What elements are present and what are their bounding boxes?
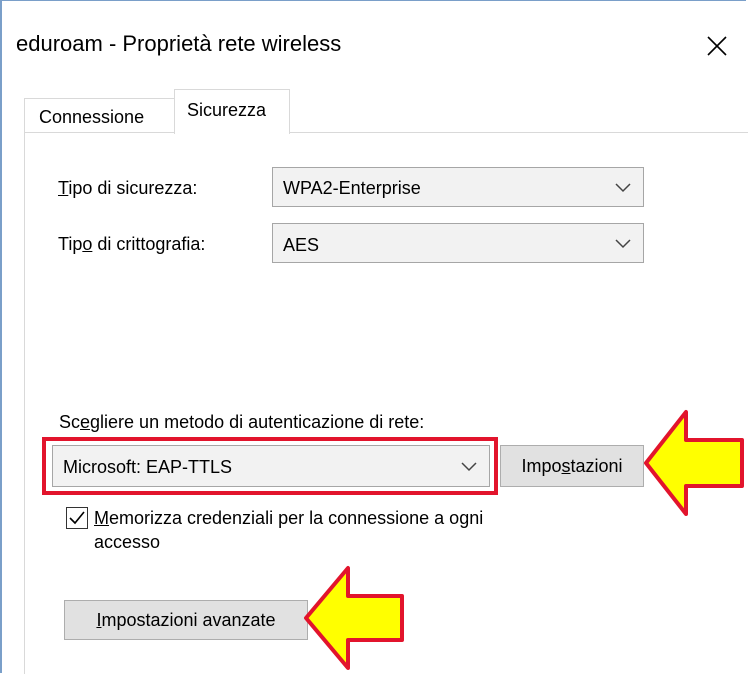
auth-method-select[interactable]: Microsoft: EAP-TTLS	[52, 445, 490, 487]
security-type-label: Tipo di sicurezza:	[58, 177, 197, 199]
chevron-down-icon	[615, 239, 631, 249]
encryption-type-label-pre: Tip	[58, 234, 83, 254]
advanced-settings-button-label: Impostazioni avanzate	[96, 609, 275, 631]
remember-credentials-text: emorizza credenziali per la connessione …	[109, 508, 484, 528]
window-title: eduroam - Proprietà rete wireless	[16, 31, 342, 56]
encryption-type-select[interactable]: AES	[272, 223, 644, 263]
tab-connessione[interactable]: Connessione	[24, 98, 174, 133]
encryption-type-label-text: di crittografia:	[92, 234, 206, 254]
advanced-settings-button[interactable]: Impostazioni avanzate	[64, 600, 308, 640]
tab-strip: Connessione Sicurezza	[24, 89, 747, 134]
remember-credentials-checkbox[interactable]	[66, 507, 88, 529]
auth-method-label: Scegliere un metodo di autenticazione di…	[59, 411, 424, 433]
close-button[interactable]	[694, 23, 740, 69]
settings-button[interactable]: Impostazioni	[500, 445, 644, 487]
settings-button-label-accel: s	[561, 456, 571, 476]
tab-sicurezza-label: Sicurezza	[187, 100, 267, 120]
settings-button-label: Impostazioni	[521, 455, 622, 477]
auth-method-label-pre: Sc	[59, 412, 81, 432]
encryption-type-label-accel: o	[82, 234, 93, 254]
settings-button-label-pre: Impo	[521, 456, 562, 476]
encryption-type-label: Tipo di crittografia:	[58, 233, 205, 255]
tab-connessione-label: Connessione	[39, 107, 145, 127]
remember-credentials-label[interactable]: Memorizza credenziali per la connessione…	[94, 507, 483, 529]
auth-method-label-text: gliere un metodo di autenticazione di re…	[90, 412, 425, 432]
chevron-down-icon	[461, 462, 477, 472]
security-type-label-accel: T	[58, 178, 69, 198]
auth-method-value: Microsoft: EAP-TTLS	[63, 457, 233, 477]
dialog-window: eduroam - Proprietà rete wireless Connes…	[0, 0, 748, 674]
tab-panel-sicurezza	[24, 132, 748, 674]
tab-sicurezza[interactable]: Sicurezza	[174, 89, 290, 134]
settings-button-label-text: tazioni	[570, 456, 623, 476]
security-type-value: WPA2-Enterprise	[283, 178, 421, 198]
close-icon	[707, 36, 727, 56]
checkmark-icon	[69, 511, 85, 525]
remember-credentials-label-line2: accesso	[94, 532, 161, 552]
advanced-settings-label-text: mpostazioni avanzate	[101, 610, 276, 630]
auth-method-label-accel: e	[80, 412, 91, 432]
chevron-down-icon	[615, 183, 631, 193]
encryption-type-value: AES	[283, 235, 320, 255]
security-type-label-text: ipo di sicurezza:	[68, 178, 198, 198]
security-type-select[interactable]: WPA2-Enterprise	[272, 167, 644, 207]
remember-credentials-accel: M	[94, 508, 109, 528]
